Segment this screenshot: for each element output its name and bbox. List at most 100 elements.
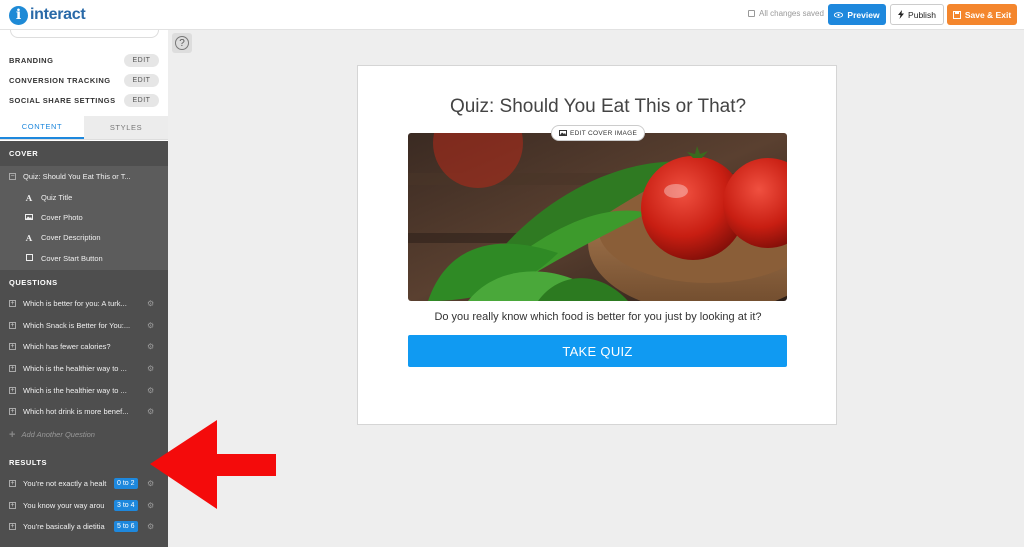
result-range-badge: 3 to 4 — [114, 500, 138, 511]
expand-icon[interactable]: + — [9, 365, 16, 372]
save-icon — [952, 10, 961, 19]
question-label: Which has fewer calories? — [23, 342, 111, 351]
expand-icon[interactable]: + — [9, 300, 16, 307]
setting-label: BRANDING — [9, 55, 54, 65]
preview-button[interactable]: Preview — [828, 4, 886, 25]
text-icon: A — [25, 192, 33, 203]
question-item[interactable]: + Which has fewer calories? ⚙ — [0, 336, 168, 357]
result-label: You know your way arou — [23, 501, 105, 510]
image-icon — [24, 213, 34, 222]
setting-row-conversion-tracking: CONVERSION TRACKING EDIT — [0, 70, 168, 90]
help-button[interactable]: ? — [172, 33, 192, 53]
question-label: Which is better for you: A turk... — [23, 299, 127, 308]
question-label: Which hot drink is more benef... — [23, 407, 129, 416]
expand-icon[interactable]: + — [9, 343, 16, 350]
cover-image[interactable] — [408, 133, 787, 301]
preview-label: Preview — [847, 9, 880, 20]
gear-icon[interactable]: ⚙ — [147, 522, 154, 531]
save-exit-label: Save & Exit — [964, 9, 1012, 20]
cover-item[interactable]: − Quiz: Should You Eat This or T... — [0, 166, 168, 187]
question-label: Which is the healthier way to ... — [23, 386, 127, 395]
quiz-cover-card: Quiz: Should You Eat This or That? EDIT … — [357, 65, 837, 425]
result-item[interactable]: + You know your way arou 3 to 4 ⚙ — [0, 495, 168, 516]
sidebar-tabs: CONTENT STYLES — [0, 116, 168, 140]
quiz-description[interactable]: Do you really know which food is better … — [358, 311, 838, 323]
gear-icon[interactable]: ⚙ — [147, 386, 154, 395]
cover-child-cover-photo[interactable]: Cover Photo — [0, 207, 168, 228]
take-quiz-button[interactable]: TAKE QUIZ — [408, 335, 787, 367]
publish-button[interactable]: Publish — [890, 4, 944, 25]
cover-child-cover-description[interactable]: A Cover Description — [0, 227, 168, 248]
red-arrow-annotation — [150, 420, 276, 509]
setting-row-branding: BRANDING EDIT — [0, 50, 168, 70]
question-item[interactable]: + Which hot drink is more benef... ⚙ — [0, 401, 168, 422]
edit-social-share-button[interactable]: EDIT — [124, 93, 159, 107]
result-item[interactable]: + You're not exactly a healt 0 to 2 ⚙ — [0, 473, 168, 494]
expand-icon[interactable]: + — [9, 387, 16, 394]
expand-icon[interactable]: + — [9, 480, 16, 487]
question-mark-icon: ? — [175, 36, 189, 50]
save-exit-button[interactable]: Save & Exit — [947, 4, 1017, 25]
setting-row-social-share: SOCIAL SHARE SETTINGS EDIT — [0, 90, 168, 110]
plus-icon: + — [9, 428, 16, 441]
edit-cover-image-label: EDIT COVER IMAGE — [570, 129, 638, 137]
sidebar-search-field[interactable] — [10, 30, 159, 38]
question-item[interactable]: + Which is better for you: A turk... ⚙ — [0, 293, 168, 314]
tab-content[interactable]: CONTENT — [0, 116, 84, 139]
question-label: Which Snack is Better for You:... — [23, 321, 131, 330]
eye-icon — [834, 11, 844, 18]
result-label: You're basically a dietitia — [23, 522, 105, 531]
question-item[interactable]: + Which is the healthier way to ... ⚙ — [0, 358, 168, 379]
top-bar: i interact All changes saved Preview Pub… — [0, 0, 1024, 30]
interact-logo[interactable]: i interact — [9, 5, 86, 25]
question-item[interactable]: + Which is the healthier way to ... ⚙ — [0, 380, 168, 401]
expand-icon[interactable]: + — [9, 523, 16, 530]
publish-label: Publish — [908, 9, 936, 20]
logo-mark-icon: i — [9, 5, 28, 25]
cover-child-start-button[interactable]: Cover Start Button — [0, 248, 168, 269]
question-label: Which is the healthier way to ... — [23, 364, 127, 373]
content-tree: COVER − Quiz: Should You Eat This or T..… — [0, 141, 168, 547]
tab-styles[interactable]: STYLES — [84, 116, 168, 139]
expand-icon[interactable]: + — [9, 502, 16, 509]
expand-icon[interactable]: + — [9, 322, 16, 329]
results-heading: RESULTS — [0, 450, 168, 474]
cover-child-label: Cover Start Button — [41, 254, 103, 263]
result-item[interactable]: + You're basically a dietitia 5 to 6 ⚙ — [0, 516, 168, 537]
cover-child-quiz-title[interactable]: A Quiz Title — [0, 187, 168, 208]
image-icon — [559, 130, 567, 136]
setting-label: SOCIAL SHARE SETTINGS — [9, 95, 116, 105]
result-range-badge: 5 to 6 — [114, 521, 138, 532]
cover-item-label: Quiz: Should You Eat This or T... — [23, 172, 131, 181]
gear-icon[interactable]: ⚙ — [147, 364, 154, 373]
collapse-icon[interactable]: − — [9, 173, 16, 180]
add-question-button[interactable]: + Add Another Question — [0, 424, 168, 445]
cover-heading: COVER — [0, 141, 168, 165]
gear-icon[interactable]: ⚙ — [147, 407, 154, 416]
cover-photo-illustration — [408, 133, 787, 301]
question-item[interactable]: + Which Snack is Better for You:... ⚙ — [0, 315, 168, 336]
cover-child-label: Cover Description — [41, 233, 101, 242]
cover-child-label: Cover Photo — [41, 213, 83, 222]
bolt-icon — [898, 10, 905, 19]
gear-icon[interactable]: ⚙ — [147, 342, 154, 351]
cover-children: A Quiz Title Cover Photo A Cover Descrip… — [0, 187, 168, 271]
cover-child-label: Quiz Title — [41, 193, 73, 202]
text-icon: A — [25, 232, 33, 243]
edit-conversion-tracking-button[interactable]: EDIT — [124, 73, 159, 87]
expand-icon[interactable]: + — [9, 408, 16, 415]
add-question-label: Add Another Question — [21, 430, 95, 439]
quiz-title[interactable]: Quiz: Should You Eat This or That? — [358, 96, 838, 118]
gear-icon[interactable]: ⚙ — [147, 321, 154, 330]
logo-text: interact — [30, 6, 86, 23]
button-icon — [24, 254, 34, 263]
disk-icon — [748, 10, 755, 17]
edit-cover-image-button[interactable]: EDIT COVER IMAGE — [551, 125, 646, 141]
result-range-badge: 0 to 2 — [114, 478, 138, 489]
result-label: You're not exactly a healt — [23, 479, 107, 488]
save-status: All changes saved — [748, 9, 824, 18]
gear-icon[interactable]: ⚙ — [147, 299, 154, 308]
sidebar: BRANDING EDIT CONVERSION TRACKING EDIT S… — [0, 30, 168, 547]
setting-label: CONVERSION TRACKING — [9, 75, 111, 85]
edit-branding-button[interactable]: EDIT — [124, 53, 159, 67]
